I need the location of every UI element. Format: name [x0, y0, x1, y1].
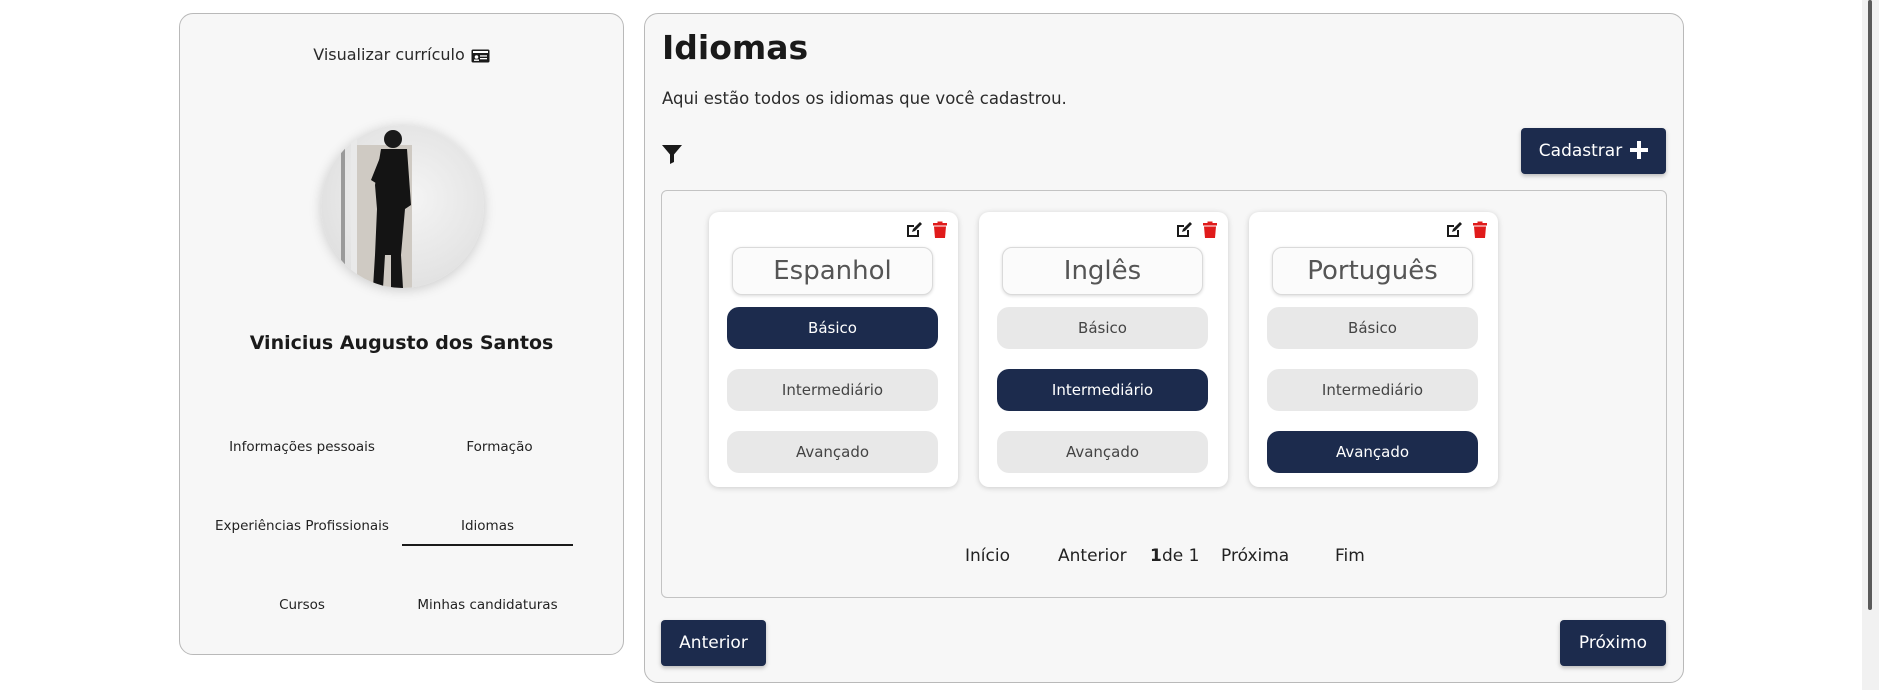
register-label: Cadastrar	[1538, 141, 1623, 161]
profile-sidebar: Visualizar currículo Vinicius Augusto do…	[179, 13, 624, 655]
level-button-avancado[interactable]: Avançado	[1267, 431, 1478, 473]
nav-item-minhas-candidaturas[interactable]: Minhas candidaturas	[402, 597, 573, 613]
level-button-intermediario[interactable]: Intermediário	[1267, 369, 1478, 411]
pagination-total: de 1	[1162, 546, 1200, 566]
avatar	[321, 125, 484, 288]
scrollbar-thumb[interactable]	[1868, 0, 1872, 610]
next-step-button[interactable]: Próximo	[1560, 620, 1666, 666]
edit-icon[interactable]	[905, 221, 923, 239]
level-button-basico[interactable]: Básico	[1267, 307, 1478, 349]
level-button-intermediario[interactable]: Intermediário	[997, 369, 1208, 411]
pagination-next[interactable]: Próxima	[1221, 546, 1289, 566]
level-button-basico[interactable]: Básico	[997, 307, 1208, 349]
level-button-avancado[interactable]: Avançado	[727, 431, 938, 473]
nav-item-experiencias[interactable]: Experiências Profissionais	[202, 518, 402, 534]
pagination-first[interactable]: Início	[965, 546, 1010, 566]
trash-icon[interactable]	[931, 221, 949, 239]
edit-icon[interactable]	[1445, 221, 1463, 239]
register-button[interactable]: Cadastrar	[1521, 128, 1666, 174]
language-card: Espanhol Básico Intermediário Avançado	[709, 212, 958, 487]
trash-icon[interactable]	[1201, 221, 1219, 239]
trash-icon[interactable]	[1471, 221, 1489, 239]
language-name: Português	[1272, 247, 1473, 295]
id-card-icon[interactable]	[471, 48, 490, 62]
view-cv-link[interactable]: Visualizar currículo	[180, 45, 623, 64]
page-scrollbar[interactable]	[1862, 0, 1879, 690]
plus-icon	[1630, 138, 1649, 164]
language-name: Espanhol	[732, 247, 933, 295]
previous-step-button[interactable]: Anterior	[661, 620, 766, 666]
level-button-avancado[interactable]: Avançado	[997, 431, 1208, 473]
user-name: Vinicius Augusto dos Santos	[249, 332, 554, 354]
view-cv-label[interactable]: Visualizar currículo	[313, 45, 465, 64]
pagination-last[interactable]: Fim	[1335, 546, 1365, 566]
pagination-current-page: 1	[1150, 546, 1162, 566]
nav-item-informacoes-pessoais[interactable]: Informações pessoais	[202, 439, 402, 455]
filter-icon[interactable]	[661, 143, 683, 165]
language-card: Português Básico Intermediário Avançado	[1249, 212, 1498, 487]
page-title: Idiomas	[662, 28, 809, 67]
nav-item-formacao[interactable]: Formação	[414, 439, 585, 455]
language-name: Inglês	[1002, 247, 1203, 295]
page-subtitle: Aqui estão todos os idiomas que você cad…	[662, 89, 1067, 108]
language-card: Inglês Básico Intermediário Avançado	[979, 212, 1228, 487]
level-button-basico[interactable]: Básico	[727, 307, 938, 349]
nav-item-cursos[interactable]: Cursos	[202, 597, 402, 613]
languages-panel: Idiomas Aqui estão todos os idiomas que …	[644, 13, 1684, 683]
level-button-intermediario[interactable]: Intermediário	[727, 369, 938, 411]
languages-list: Espanhol Básico Intermediário Avançado I…	[661, 190, 1667, 598]
pagination-previous[interactable]: Anterior	[1058, 546, 1127, 566]
edit-icon[interactable]	[1175, 221, 1193, 239]
nav-item-idiomas[interactable]: Idiomas	[402, 518, 573, 546]
